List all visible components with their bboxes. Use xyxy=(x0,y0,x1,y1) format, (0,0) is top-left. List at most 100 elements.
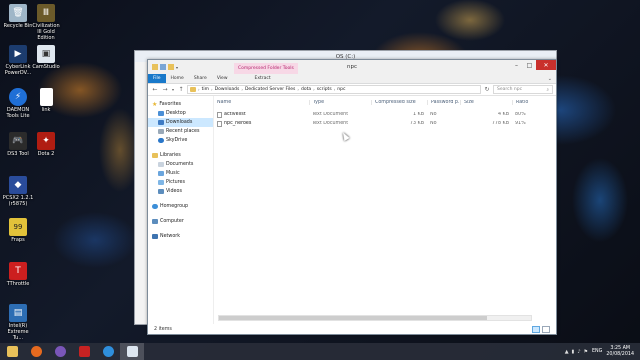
refresh-button[interactable]: ↻ xyxy=(483,86,491,94)
tab-file[interactable]: File xyxy=(148,74,166,83)
flag-icon[interactable]: ⚑ xyxy=(584,349,588,355)
desktop-icon-pcsx2[interactable]: ◆ PCSX2 1.2.1 (r5875) xyxy=(2,176,34,207)
search-input[interactable]: Search npc ⌕ xyxy=(493,85,553,94)
volume-icon[interactable]: ♪ xyxy=(577,349,580,355)
nav-item-pictures[interactable]: Pictures xyxy=(148,178,213,187)
forward-button[interactable]: → xyxy=(161,86,169,94)
nav-item-documents[interactable]: Documents xyxy=(148,160,213,169)
taskbar-button-file-explorer[interactable] xyxy=(0,343,24,360)
recent-places-icon xyxy=(158,129,164,134)
clock-date: 20/08/2014 xyxy=(606,351,634,357)
horizontal-scrollbar[interactable] xyxy=(218,315,532,321)
file-size: 778 KB xyxy=(491,121,509,126)
pcsx2-icon: ◆ xyxy=(9,176,27,194)
nav-item-skydrive[interactable]: SkyDrive xyxy=(148,136,213,145)
desktop-icon-link[interactable]: link xyxy=(30,88,62,113)
nav-computer[interactable]: Computer xyxy=(148,217,213,226)
maximize-button[interactable]: □ xyxy=(523,60,536,70)
back-button[interactable]: ← xyxy=(151,86,159,94)
nav-label: Network xyxy=(160,234,181,239)
desktop-icon-camstudio[interactable]: ▣ CamStudio xyxy=(30,45,62,70)
nav-label: SkyDrive xyxy=(166,138,188,143)
chevron-down-icon[interactable]: ▾ xyxy=(176,65,178,70)
file-compressed-size: 73 KB xyxy=(409,121,424,126)
nav-item-recent-places[interactable]: Recent places xyxy=(148,127,213,136)
file-row[interactable]: npc_heroes Text Document 73 KB No 778 KB… xyxy=(214,119,556,128)
desktop-icon-civilization[interactable]: Ⅲ Civilization III Gold Edition xyxy=(30,4,62,41)
expand-ribbon-icon[interactable]: ⌄ xyxy=(544,74,556,83)
desktop-icon-dota-2[interactable]: ✦ Dota 2 xyxy=(30,132,62,157)
file-size: 4 KB xyxy=(497,112,509,117)
up-button[interactable]: ↑ xyxy=(177,86,185,94)
videos-icon xyxy=(158,189,164,194)
tab-home[interactable]: Home xyxy=(166,74,189,83)
column-header-type[interactable]: Type xyxy=(309,100,371,105)
column-header-name[interactable]: Name xyxy=(214,100,309,105)
desktop-icon-label: Civilization III Gold Edition xyxy=(32,23,60,41)
file-row[interactable]: activelist Text Document 1 KB No 4 KB 80… xyxy=(214,110,556,119)
desktop-icon-tthrottle[interactable]: T TThrottle xyxy=(2,262,34,287)
nav-label: Videos xyxy=(166,189,182,194)
nav-network[interactable]: Network xyxy=(148,232,213,241)
nav-homegroup[interactable]: Homegroup xyxy=(148,202,213,211)
tab-share[interactable]: Share xyxy=(189,74,212,83)
breadcrumb-dota[interactable]: dota xyxy=(301,87,311,92)
dota-icon: ✦ xyxy=(37,132,55,150)
nav-item-music[interactable]: Music xyxy=(148,169,213,178)
nav-label: Music xyxy=(166,171,180,176)
file-ratio: 91% xyxy=(515,121,526,126)
show-hidden-icons-icon[interactable]: ▲ xyxy=(565,349,569,355)
taskbar-button-explorer-window[interactable] xyxy=(120,343,144,360)
nav-item-videos[interactable]: Videos xyxy=(148,187,213,196)
firefox-icon xyxy=(30,346,42,357)
nav-item-downloads[interactable]: Downloads xyxy=(148,118,213,127)
input-language[interactable]: ENG xyxy=(592,349,602,354)
file-name: activelist xyxy=(214,111,309,118)
close-button[interactable]: ✕ xyxy=(536,60,556,70)
desktop-icon-fraps[interactable]: 99 Fraps xyxy=(2,218,34,243)
search-placeholder: Search npc xyxy=(497,87,523,92)
network-status-icon[interactable]: ▮ xyxy=(572,349,575,355)
scrollbar-thumb[interactable] xyxy=(219,316,488,320)
column-header-size[interactable]: Size xyxy=(460,100,512,105)
desktop-icon-intel[interactable]: ▤ Intel(R) Extreme Tu... xyxy=(2,304,34,341)
taskbar-button-internet-explorer[interactable] xyxy=(96,343,120,360)
column-header-compressed-size[interactable]: Compressed size xyxy=(371,100,427,105)
taskbar-button-media-player[interactable] xyxy=(48,343,72,360)
nav-libraries[interactable]: Libraries xyxy=(148,151,213,160)
file-type: Text Document xyxy=(312,112,349,117)
address-separator: › xyxy=(333,87,336,92)
breadcrumb-npc[interactable]: npc xyxy=(337,87,345,92)
music-icon xyxy=(158,171,164,176)
taskbar-button-firefox[interactable] xyxy=(24,343,48,360)
address-bar[interactable]: › tim › Downloads › Dedicated Server Fil… xyxy=(187,85,481,94)
nav-favorites[interactable]: ★ Favorites xyxy=(148,100,213,109)
folder-icon xyxy=(152,64,158,70)
column-header-password[interactable]: Password p... xyxy=(427,100,460,105)
intel-icon: ▤ xyxy=(9,304,27,322)
breadcrumb-tim[interactable]: tim xyxy=(202,87,209,92)
recent-locations-button[interactable]: ▾ xyxy=(171,86,175,94)
column-headers: Name Type Compressed size Password p... … xyxy=(214,98,556,107)
details-view-button[interactable] xyxy=(532,325,540,333)
file-type: Text Document xyxy=(312,121,349,126)
breadcrumb-downloads[interactable]: Downloads xyxy=(215,87,240,92)
desktop-icon-label: Intel(R) Extreme Tu... xyxy=(7,323,29,341)
new-folder-icon[interactable] xyxy=(168,64,174,70)
breadcrumb-dedicated-server-files[interactable]: Dedicated Server Files xyxy=(245,87,295,92)
desktop-icon-label: PCSX2 1.2.1 (r5875) xyxy=(2,195,34,207)
tab-extract[interactable]: Extract xyxy=(247,74,279,83)
properties-icon[interactable] xyxy=(160,64,166,70)
minimize-button[interactable]: – xyxy=(510,60,523,70)
nav-item-desktop[interactable]: Desktop xyxy=(148,109,213,118)
taskbar-button-acrobat[interactable] xyxy=(72,343,96,360)
tab-view[interactable]: View xyxy=(212,74,233,83)
file-ratio: 80% xyxy=(515,112,526,117)
explorer-window[interactable]: ▾ Compressed Folder Tools npc – □ ✕ File… xyxy=(147,59,557,335)
desktop-icon-label: DS3 Tool xyxy=(7,151,29,157)
large-icons-view-button[interactable] xyxy=(542,325,550,333)
search-icon: ⌕ xyxy=(546,87,549,93)
breadcrumb-scripts[interactable]: scripts xyxy=(317,87,332,92)
clock[interactable]: 3:25 AM 20/08/2014 xyxy=(606,346,634,358)
column-header-ratio[interactable]: Ratio xyxy=(512,100,546,105)
